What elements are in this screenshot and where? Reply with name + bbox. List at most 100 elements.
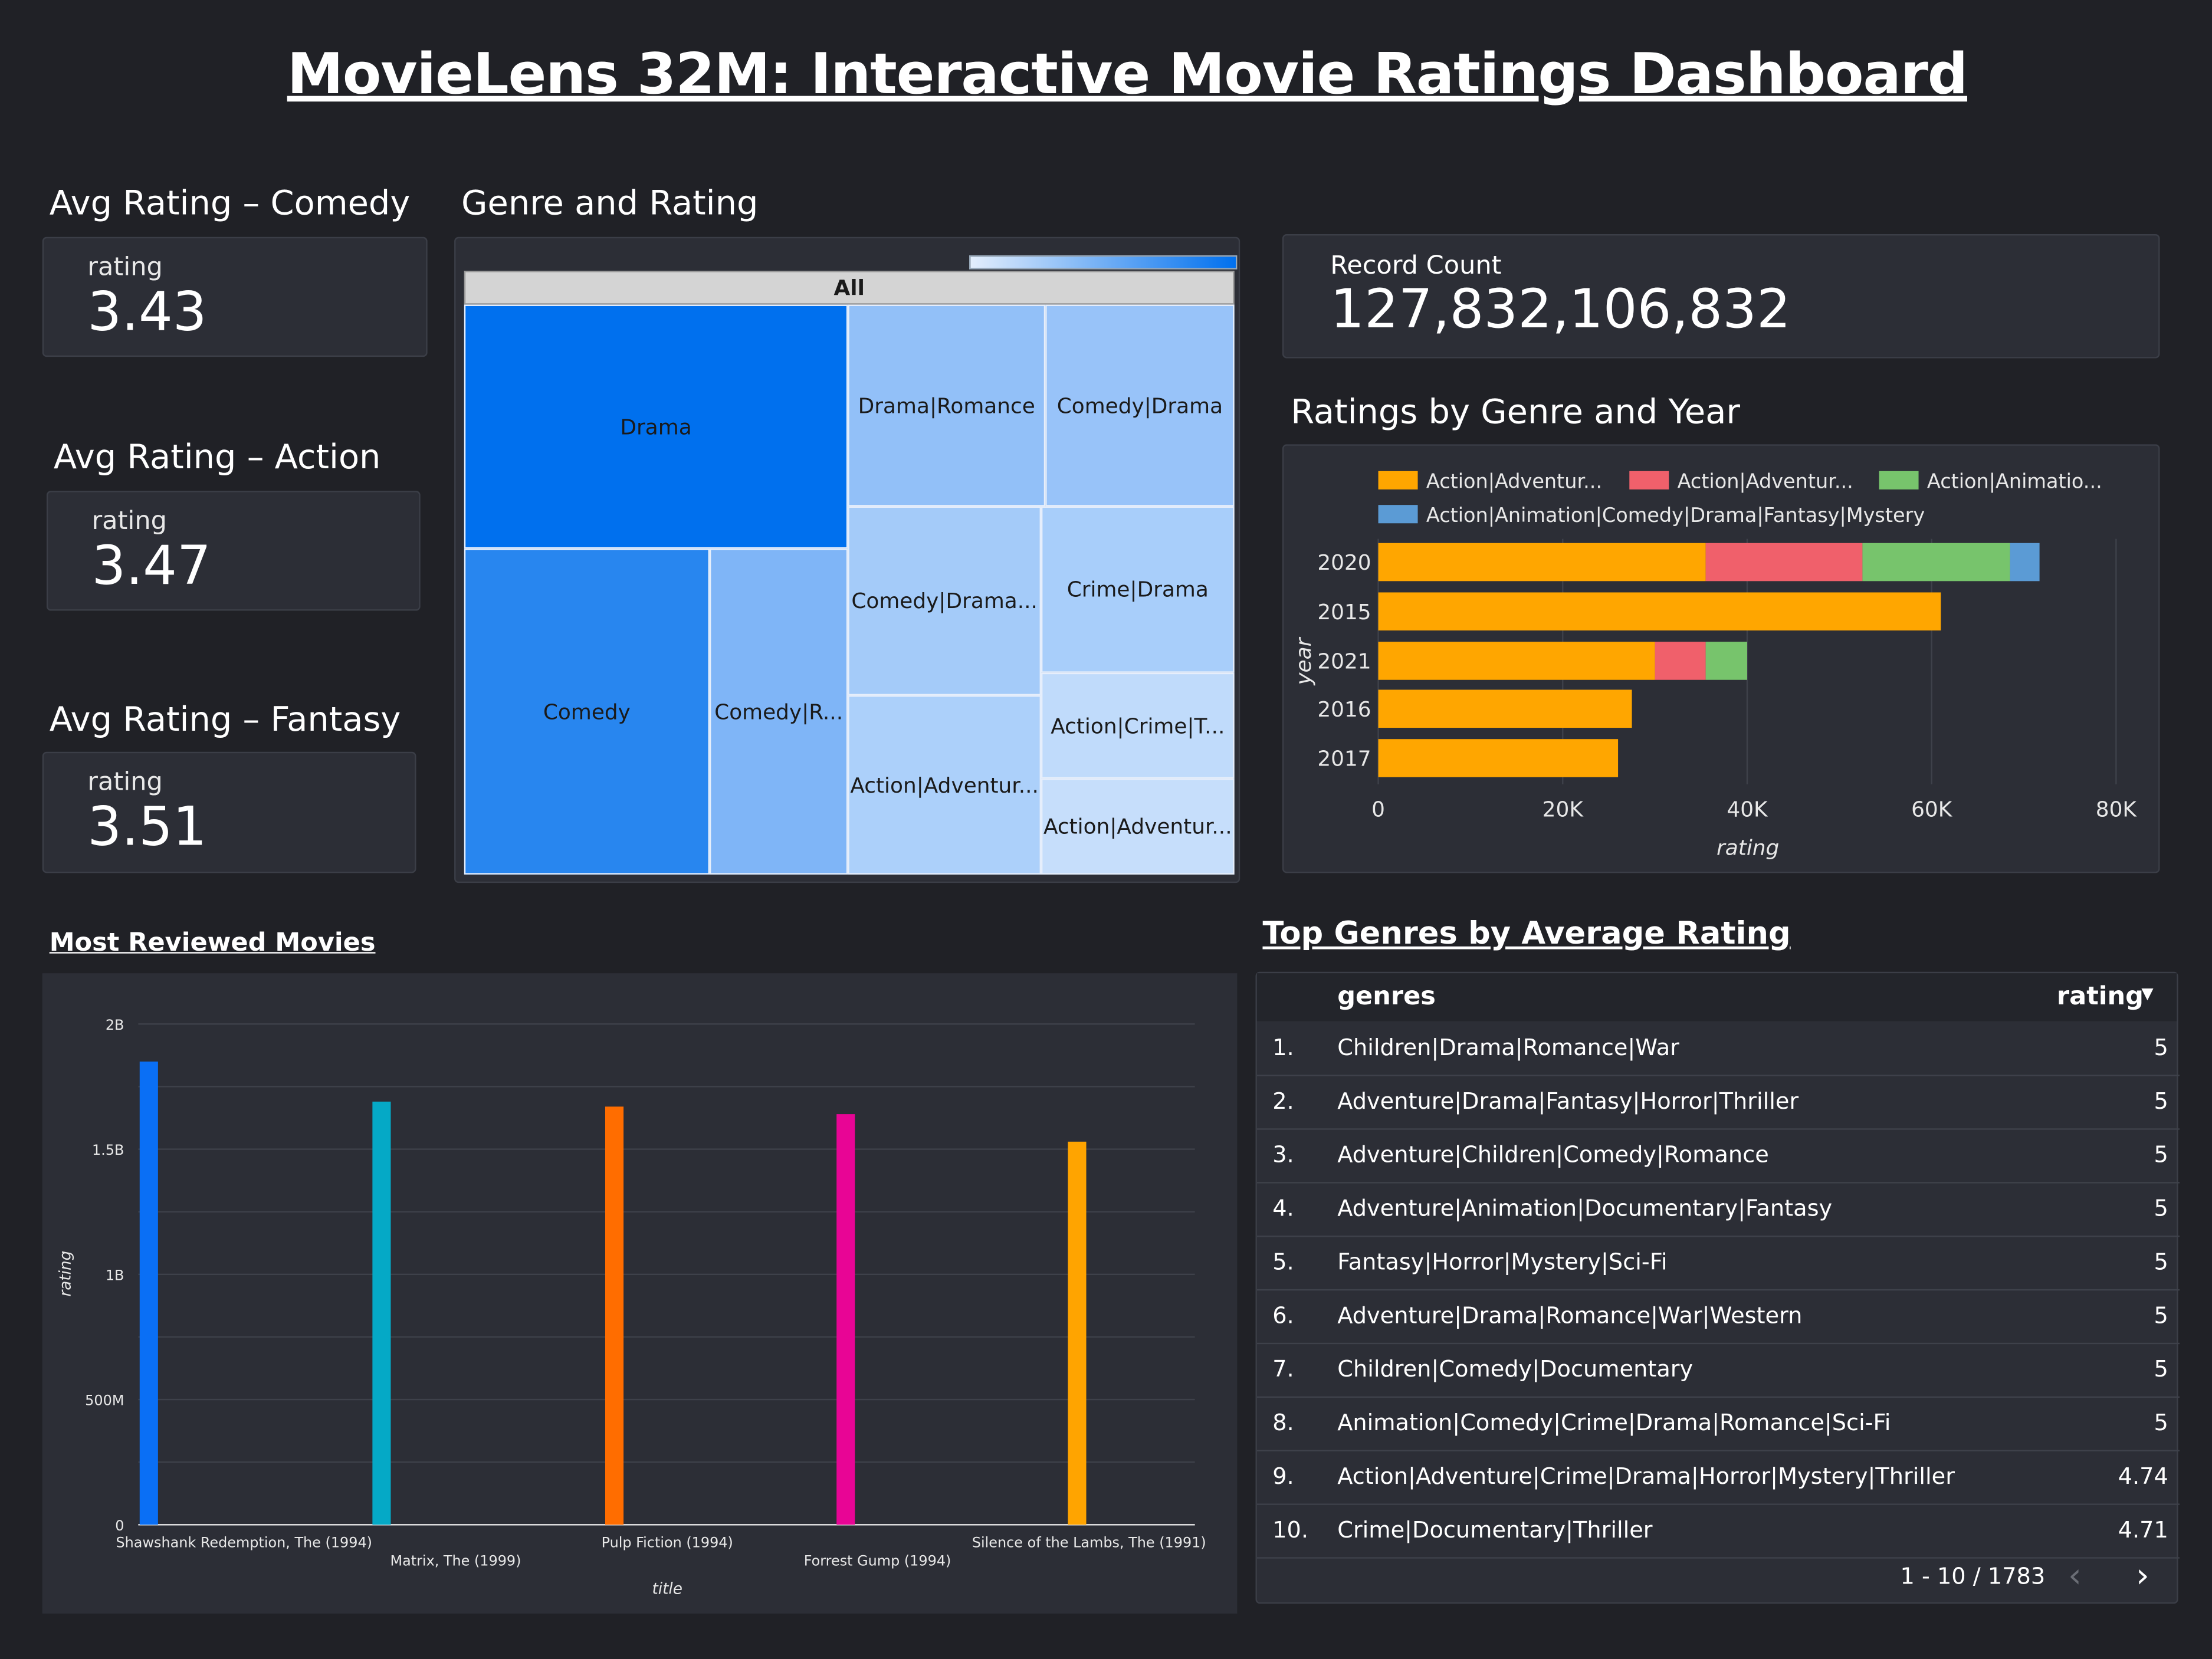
row-index: 5.	[1272, 1248, 1294, 1275]
row-index: 8.	[1272, 1409, 1294, 1436]
most-reviewed-card: 0 500M 1B 1.5B 2B Shawshank Redemption, The (…	[42, 973, 1238, 1614]
treemap-cell-action-crime-thriller[interactable]: Action|Crime|T...	[1041, 672, 1235, 779]
treemap-cell-action-adventure[interactable]: Action|Adventur...	[848, 695, 1041, 875]
bar-segment	[2010, 543, 2040, 582]
row-rating: 5	[2154, 1034, 2168, 1061]
y-tick-label: 2020	[1317, 551, 1371, 575]
treemap-cell-comedy-romance[interactable]: Comedy|R...	[709, 548, 848, 875]
column-header-rating[interactable]: rating	[2057, 982, 2144, 1011]
table-row[interactable]: 5. Fantasy|Horror|Mystery|Sci-Fi 5	[1256, 1236, 2180, 1291]
treemap-card: All Drama Comedy Comedy|R... Drama|Roman…	[454, 236, 1240, 883]
bar-segment	[1378, 592, 1941, 631]
sort-down-icon[interactable]: ▼	[2141, 984, 2153, 1003]
row-genres: Adventure|Children|Comedy|Romance	[1337, 1141, 1769, 1168]
row-index: 9.	[1272, 1463, 1294, 1490]
chevron-left-icon[interactable]: ‹	[2068, 1556, 2082, 1595]
treemap-cell-drama-romance[interactable]: Drama|Romance	[848, 304, 1046, 507]
treemap-cell-label: Comedy|Drama...	[851, 588, 1038, 614]
row-rating: 5	[2154, 1141, 2168, 1168]
legend-swatch	[1378, 471, 1418, 490]
bar-segment	[1705, 543, 1863, 582]
legend-swatch	[1879, 471, 1919, 490]
row-rating: 4.74	[2118, 1463, 2168, 1490]
row-rating: 4.71	[2118, 1516, 2168, 1543]
row-genres: Adventure|Drama|Romance|War|Western	[1337, 1302, 1803, 1329]
pagination-text: 1 - 10 / 1783	[1900, 1562, 2046, 1590]
legend-label: Action|Animation|Comedy|Drama|Fantasy|My…	[1426, 504, 1925, 527]
record-count-card: Record Count 127,832,106,832	[1282, 234, 2160, 359]
treemap-cell-comedy[interactable]: Comedy	[464, 548, 710, 875]
record-count-value: 127,832,106,832	[1330, 278, 1791, 340]
bar-segment	[1378, 543, 1706, 582]
bar-segment	[1378, 739, 1619, 777]
row-genres: Action|Adventure|Crime|Drama|Horror|Myst…	[1337, 1463, 1955, 1490]
table-row[interactable]: 1. Children|Drama|Romance|War 5	[1256, 1021, 2180, 1076]
column-header-genres[interactable]: genres	[1337, 982, 1436, 1011]
table-row[interactable]: 9. Action|Adventure|Crime|Drama|Horror|My…	[1256, 1450, 2180, 1505]
bar	[836, 1114, 855, 1525]
treemap-cell-drama[interactable]: Drama	[464, 304, 848, 549]
bar-segment	[1655, 642, 1706, 680]
genre-year-card: Action|Adventur... Action|Adventur... Acti…	[1282, 444, 2160, 873]
kpi-fantasy-value: 3.51	[87, 795, 207, 858]
kpi-comedy-card: rating 3.43	[42, 236, 428, 357]
x-axis-label: rating	[1717, 836, 1779, 860]
row-index: 7.	[1272, 1355, 1294, 1382]
row-genres: Adventure|Drama|Fantasy|Horror|Thriller	[1337, 1087, 1799, 1115]
row-index: 6.	[1272, 1302, 1294, 1329]
chevron-right-icon[interactable]: ›	[2136, 1556, 2149, 1595]
legend-label: Action|Adventur...	[1426, 469, 1602, 492]
y-tick-label: 2021	[1317, 650, 1371, 674]
kpi-action-value: 3.47	[91, 534, 211, 597]
table-row[interactable]: 8. Animation|Comedy|Crime|Drama|Romance|S…	[1256, 1397, 2180, 1451]
y-tick-label: 1.5B	[92, 1142, 124, 1158]
table-row[interactable]: 7. Children|Comedy|Documentary 5	[1256, 1343, 2180, 1398]
table-row[interactable]: 10. Crime|Documentary|Thriller 4.71	[1256, 1503, 2180, 1559]
y-tick-label: 2B	[106, 1017, 124, 1033]
kpi-action-card: rating 3.47	[46, 491, 421, 611]
treemap-cell-label: Drama|Romance	[858, 393, 1035, 419]
row-rating: 5	[2154, 1248, 2168, 1275]
row-rating: 5	[2154, 1355, 2168, 1382]
row-index: 10.	[1272, 1516, 1309, 1543]
bar-segment	[1378, 689, 1632, 728]
row-rating: 5	[2154, 1087, 2168, 1115]
row-rating: 5	[2154, 1302, 2168, 1329]
table-row[interactable]: 6. Adventure|Drama|Romance|War|Western 5	[1256, 1289, 2180, 1345]
treemap-cell-comedy-drama-more[interactable]: Comedy|Drama...	[848, 506, 1041, 696]
treemap-cell-label: Comedy|R...	[714, 699, 844, 725]
x-tick-label: 0	[1371, 798, 1385, 822]
table-row[interactable]: 4. Adventure|Animation|Documentary|Fantas…	[1256, 1182, 2180, 1237]
row-genres: Animation|Comedy|Crime|Drama|Romance|Sci…	[1337, 1409, 1891, 1436]
top-genres-header: Top Genres by Average Rating	[1262, 916, 1791, 952]
x-tick-label: Matrix, The (1999)	[390, 1553, 521, 1569]
table-row[interactable]: 3. Adventure|Children|Comedy|Romance 5	[1256, 1128, 2180, 1184]
treemap-root-bar[interactable]: All	[464, 271, 1235, 305]
page-title: MovieLens 32M: Interactive Movie Ratings…	[287, 42, 1968, 107]
row-index: 3.	[1272, 1141, 1294, 1168]
legend-label: Action|Adventur...	[1678, 469, 1853, 492]
bar-segment	[1378, 642, 1655, 680]
most-reviewed-header: Most Reviewed Movies	[49, 928, 376, 958]
y-tick-label: 2015	[1317, 600, 1371, 625]
table-row[interactable]: 2. Adventure|Drama|Fantasy|Horror|Thrille…	[1256, 1075, 2180, 1130]
y-tick-label: 2017	[1317, 747, 1371, 771]
genre-year-header: Ratings by Genre and Year	[1291, 392, 1740, 432]
y-axis-label: rating	[57, 1251, 75, 1297]
row-index: 1.	[1272, 1034, 1294, 1061]
y-tick-label: 0	[115, 1517, 124, 1534]
row-rating: 5	[2154, 1409, 2168, 1436]
bar	[605, 1106, 624, 1525]
row-genres: Fantasy|Horror|Mystery|Sci-Fi	[1337, 1248, 1668, 1275]
treemap-cell-comedy-drama[interactable]: Comedy|Drama	[1045, 304, 1235, 507]
legend-label: Action|Animatio...	[1927, 469, 2102, 492]
x-tick-label: Shawshank Redemption, The (1994)	[116, 1535, 372, 1551]
row-genres: Crime|Documentary|Thriller	[1337, 1516, 1653, 1543]
treemap-cell-label: Drama	[620, 413, 692, 439]
treemap-cell-crime-drama[interactable]: Crime|Drama	[1041, 506, 1235, 673]
y-axis-label: year	[1292, 636, 1316, 685]
treemap-cell-label: Comedy|Drama	[1056, 393, 1223, 419]
x-axis-label: title	[652, 1580, 682, 1598]
treemap-cell-label: Crime|Drama	[1066, 577, 1209, 603]
treemap-cell-action-adventure-2[interactable]: Action|Adventur...	[1041, 778, 1235, 875]
